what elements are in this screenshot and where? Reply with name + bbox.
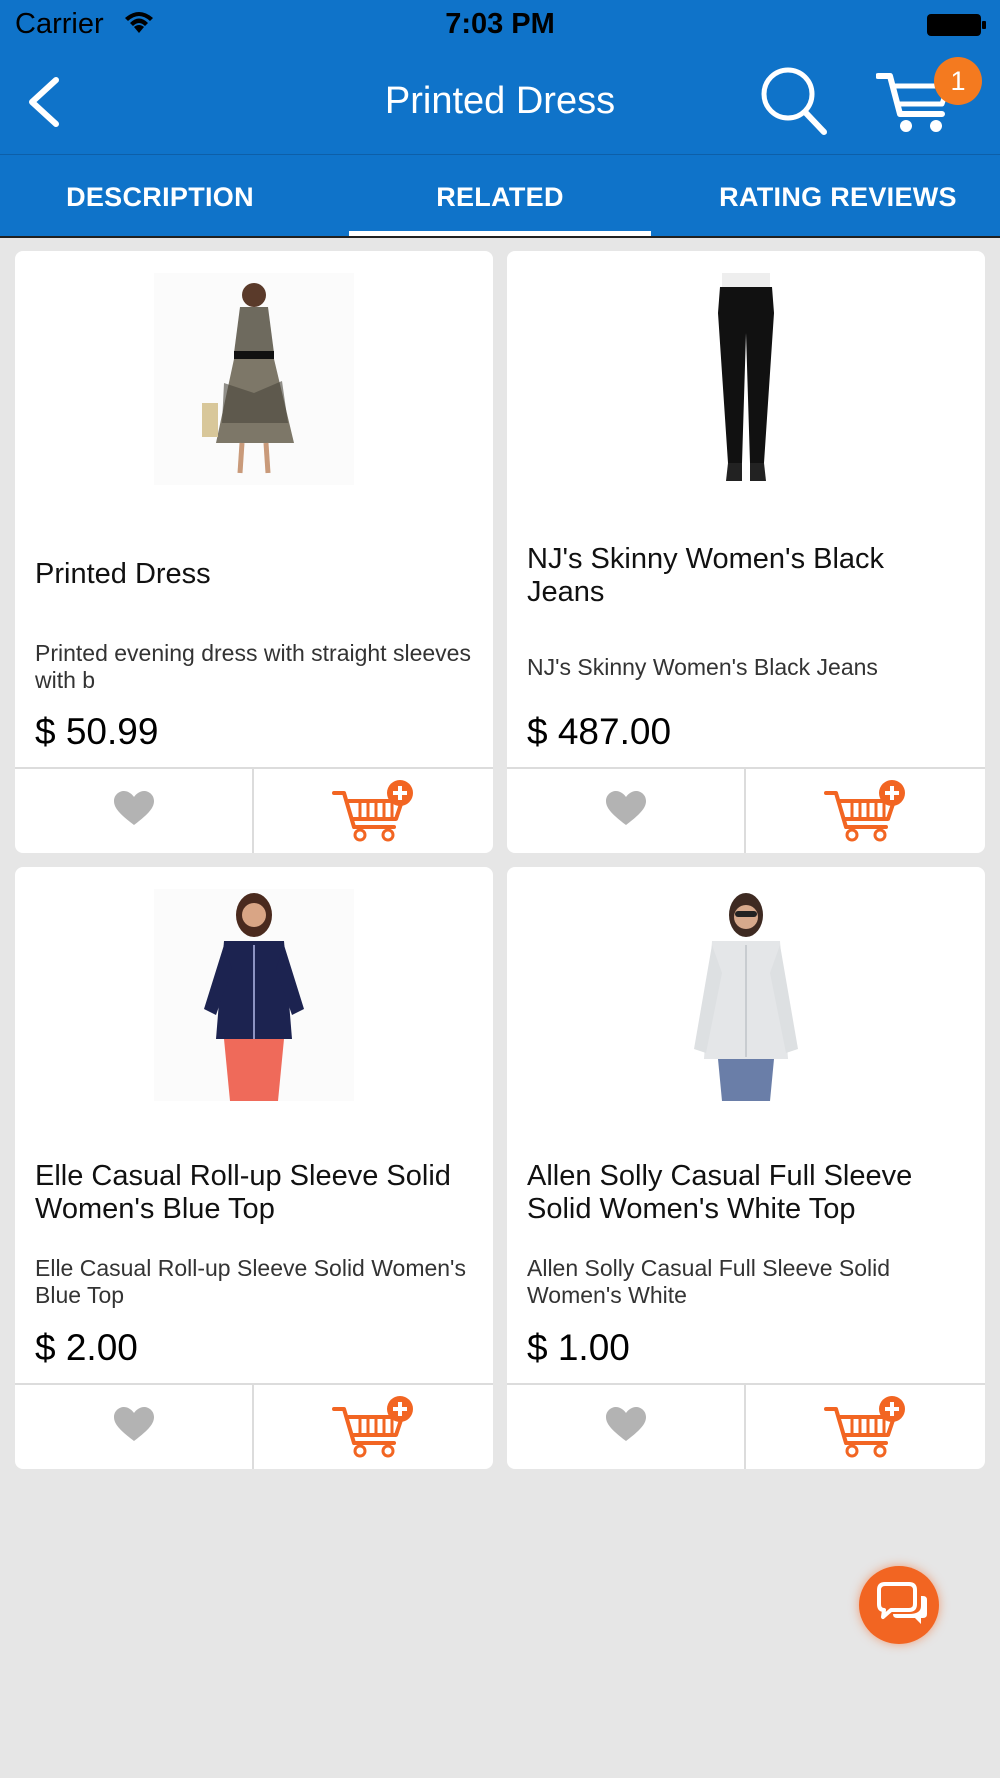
chat-bubbles-icon <box>877 1582 927 1624</box>
product-card[interactable]: NJ's Skinny Women's Black Jeans NJ's Ski… <box>507 251 985 853</box>
printed-dress-photo <box>154 273 354 485</box>
product-name: Allen Solly Casual Full Sleeve Solid Wom… <box>527 1160 913 1225</box>
search-button[interactable] <box>758 62 830 138</box>
tab-related[interactable]: RELATED <box>349 155 651 239</box>
card-actions <box>15 1383 493 1469</box>
product-card[interactable]: Elle Casual Roll-up Sleeve Solid Women's… <box>15 867 493 1469</box>
add-to-cart-icon <box>332 1396 413 1458</box>
status-bar: Carrier 7:03 PM <box>0 0 1000 50</box>
battery-icon <box>927 14 986 36</box>
wishlist-button[interactable] <box>507 769 746 853</box>
heart-icon <box>114 791 154 825</box>
header-divider <box>0 236 1000 238</box>
product-description: Allen Solly Casual Full Sleeve Solid Wom… <box>527 1255 891 1308</box>
product-description: Printed evening dress with straight slee… <box>35 640 471 693</box>
card-actions <box>15 767 493 853</box>
product-price: $ 50.99 <box>35 711 159 752</box>
card-actions <box>507 767 985 853</box>
product-card[interactable]: Allen Solly Casual Full Sleeve Solid Wom… <box>507 867 985 1469</box>
wishlist-button[interactable] <box>15 1385 254 1469</box>
add-to-cart-icon <box>824 780 905 842</box>
black-jeans-photo <box>646 273 846 485</box>
wishlist-button[interactable] <box>15 769 254 853</box>
search-icon <box>761 67 827 135</box>
status-time: 7:03 PM <box>445 8 555 40</box>
tab-rating-reviews[interactable]: RATING REVIEWS <box>676 155 1000 239</box>
add-to-cart-button[interactable] <box>746 769 985 853</box>
product-description: Elle Casual Roll-up Sleeve Solid Women's… <box>35 1255 466 1308</box>
card-actions <box>507 1383 985 1469</box>
add-to-cart-button[interactable] <box>254 769 493 853</box>
product-price: $ 2.00 <box>35 1327 138 1368</box>
product-price: $ 487.00 <box>527 711 672 752</box>
cart-count-badge: 1 <box>934 57 982 105</box>
tab-description[interactable]: DESCRIPTION <box>0 155 320 239</box>
product-price: $ 1.00 <box>527 1327 630 1368</box>
add-to-cart-icon <box>332 780 413 842</box>
page-title: Printed Dress <box>384 80 616 122</box>
add-to-cart-button[interactable] <box>254 1385 493 1469</box>
blue-top-photo <box>154 889 354 1101</box>
product-name: NJ's Skinny Women's Black Jeans <box>527 543 885 608</box>
app-header: Carrier 7:03 PM Printed Dress 1 DESCRIPT… <box>0 0 1000 238</box>
add-to-cart-icon <box>824 1396 905 1458</box>
wishlist-button[interactable] <box>507 1385 746 1469</box>
product-card[interactable]: Printed Dress Printed evening dress with… <box>15 251 493 853</box>
tab-bar: DESCRIPTION RELATED RATING REVIEWS <box>0 154 1000 238</box>
white-top-photo <box>646 889 846 1101</box>
product-name: Printed Dress <box>35 558 211 590</box>
heart-icon <box>606 1407 646 1441</box>
heart-icon <box>606 791 646 825</box>
product-description: NJ's Skinny Women's Black Jeans <box>527 654 878 680</box>
nav-bar: Printed Dress <box>0 50 1000 154</box>
heart-icon <box>114 1407 154 1441</box>
chat-button[interactable] <box>859 1566 939 1644</box>
add-to-cart-button[interactable] <box>746 1385 985 1469</box>
product-name: Elle Casual Roll-up Sleeve Solid Women's… <box>35 1160 451 1225</box>
